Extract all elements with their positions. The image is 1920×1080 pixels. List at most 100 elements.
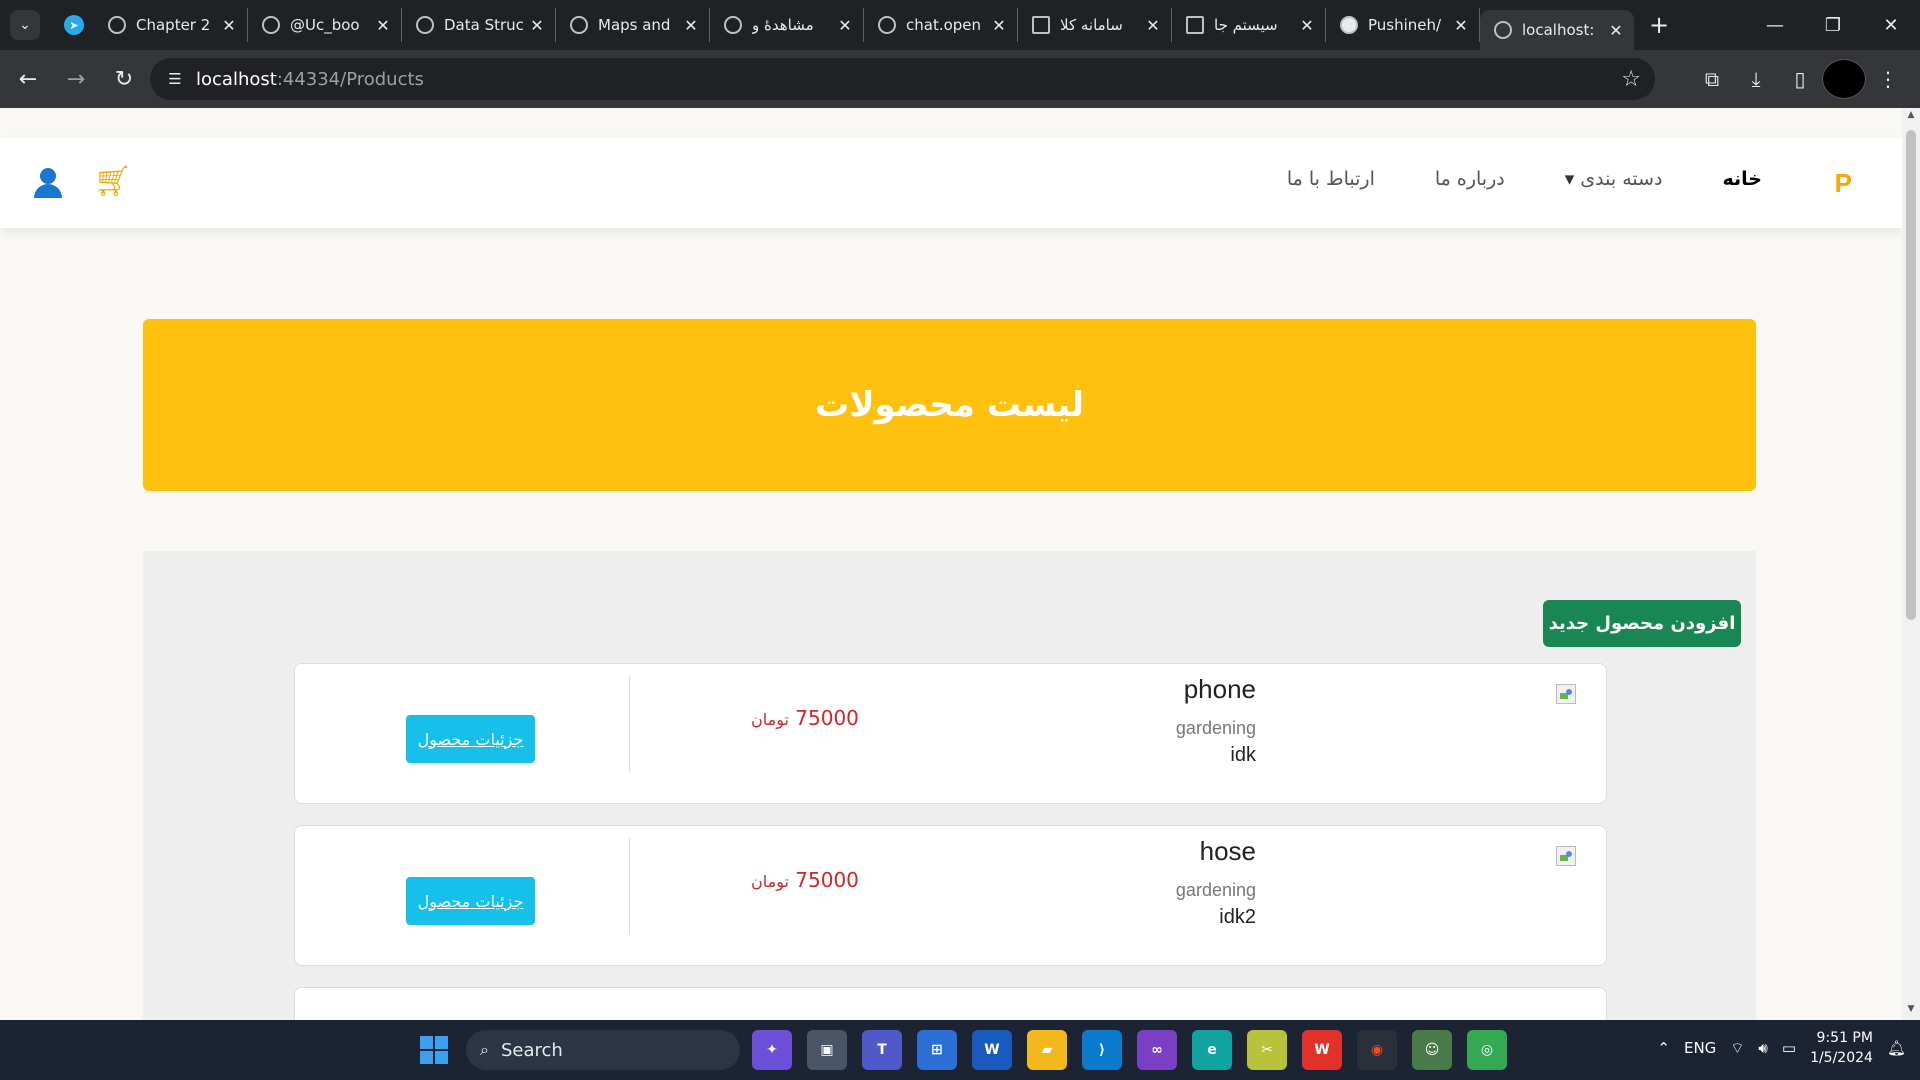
- extensions-icon[interactable]: ⧉: [1690, 59, 1734, 99]
- teams-icon[interactable]: T: [862, 1030, 902, 1070]
- copilot-icon[interactable]: ✦: [752, 1030, 792, 1070]
- tab-title: سامانه کلا: [1060, 16, 1123, 34]
- app-face-icon[interactable]: ☺: [1412, 1030, 1452, 1070]
- close-icon[interactable]: ✕: [1608, 21, 1624, 40]
- nav-category-dropdown[interactable]: دسته بندی: [1565, 168, 1662, 190]
- tab-1[interactable]: @Uc_boo ✕: [248, 8, 402, 42]
- forward-arrow-icon[interactable]: →: [56, 59, 96, 99]
- product-category: gardening: [1175, 880, 1256, 900]
- tab-title: localhost:: [1522, 21, 1595, 39]
- restore-icon[interactable]: ❐: [1804, 0, 1862, 50]
- page-viewport: P خانه دسته بندی درباره ما ارتباط با ما …: [0, 108, 1920, 1020]
- close-icon[interactable]: ✕: [991, 16, 1007, 35]
- vscode-icon[interactable]: ⟩: [1082, 1030, 1122, 1070]
- page-banner: لیست محصولات: [143, 319, 1756, 491]
- close-icon[interactable]: ✕: [1145, 16, 1161, 35]
- site-logo[interactable]: P: [1835, 168, 1852, 199]
- chevron-up-icon[interactable]: ⌃: [1657, 1039, 1670, 1057]
- back-arrow-icon[interactable]: ←: [8, 59, 48, 99]
- bookmark-star-icon[interactable]: ☆: [1621, 67, 1641, 92]
- product-category: gardening: [1175, 718, 1256, 738]
- nav-home[interactable]: خانه: [1723, 168, 1762, 190]
- price-value: 75000: [795, 868, 859, 892]
- tab-0[interactable]: Chapter 2 ✕: [94, 8, 248, 42]
- product-name: phone: [1183, 674, 1256, 704]
- tab-9-active[interactable]: localhost: ✕: [1480, 10, 1634, 50]
- taskbar-search[interactable]: ⌕ Search: [466, 1030, 740, 1070]
- windows-start-icon[interactable]: [420, 1036, 448, 1064]
- tab-2[interactable]: Data Struc ✕: [402, 8, 556, 42]
- tab-6[interactable]: سامانه کلا ✕: [1018, 8, 1172, 42]
- language-indicator[interactable]: ENG: [1684, 1039, 1716, 1057]
- tab-search-button[interactable]: ⌄: [10, 10, 40, 40]
- scroll-up-icon[interactable]: ▲: [1902, 110, 1920, 126]
- close-window-icon[interactable]: ✕: [1862, 0, 1920, 50]
- close-icon[interactable]: ✕: [529, 16, 545, 35]
- url-text[interactable]: localhost:44334/Products: [196, 69, 424, 90]
- wifi-icon[interactable]: ⌔: [1730, 1039, 1744, 1058]
- new-tab-button[interactable]: +: [1644, 11, 1674, 39]
- profile-avatar[interactable]: [1822, 59, 1866, 99]
- reload-icon[interactable]: ↻: [104, 59, 144, 99]
- nav-contact[interactable]: ارتباط با ما: [1287, 168, 1375, 190]
- site-info-icon[interactable]: ☰: [160, 70, 190, 88]
- address-bar[interactable]: ☰ localhost:44334/Products ☆: [150, 58, 1655, 100]
- close-icon[interactable]: ✕: [221, 16, 237, 35]
- menu-kebab-icon[interactable]: ⋮: [1866, 59, 1910, 99]
- store-icon[interactable]: ⊞: [917, 1030, 957, 1070]
- close-icon[interactable]: ✕: [1453, 16, 1469, 35]
- globe-icon: [108, 16, 126, 34]
- url-path: :44334/Products: [276, 68, 424, 90]
- tab-5[interactable]: chat.open ✕: [864, 8, 1018, 42]
- shopping-cart-icon[interactable]: 🛒︎: [94, 164, 132, 199]
- add-product-button[interactable]: افزودن محصول جدید: [1543, 600, 1741, 647]
- tab-3[interactable]: Maps and ✕: [556, 8, 710, 42]
- product-details-button[interactable]: جزئیات محصول: [406, 877, 535, 925]
- system-tray: ⌃ ENG ⌔ 🔊︎ ▭ 9:51 PM 1/5/2024 🔔︎: [1657, 1028, 1906, 1068]
- browser-tab-strip: ⌄ ➤ Chapter 2 ✕ @Uc_boo ✕ Data Struc ✕ Maps…: [0, 0, 1920, 50]
- openai-icon: [878, 16, 896, 34]
- chrome-icon[interactable]: ◎: [1467, 1030, 1507, 1070]
- url-host: localhost: [196, 68, 277, 90]
- clock-date: 1/5/2024: [1810, 1050, 1873, 1066]
- word-icon[interactable]: W: [972, 1030, 1012, 1070]
- tab-title: Chapter 2: [136, 16, 211, 34]
- document-icon: [1032, 16, 1050, 34]
- notification-bell-icon[interactable]: 🔔︎: [1887, 1039, 1906, 1057]
- tab-title: Data Struc: [444, 16, 524, 34]
- product-details-button[interactable]: جزئیات محصول: [406, 715, 535, 763]
- app-icon[interactable]: ✂: [1247, 1030, 1287, 1070]
- tab-7[interactable]: سیستم جا ✕: [1172, 8, 1326, 42]
- product-list-container: افزودن محصول جدید phone gardening idk 75…: [143, 551, 1756, 1020]
- tab-4[interactable]: مشاهدهٔ و ✕: [710, 8, 864, 42]
- tab-8[interactable]: Pushineh/ ✕: [1326, 8, 1480, 42]
- close-icon[interactable]: ✕: [837, 16, 853, 35]
- price-currency: تومان: [751, 710, 789, 729]
- minimize-icon[interactable]: —: [1746, 0, 1804, 50]
- nav-about[interactable]: درباره ما: [1435, 168, 1505, 190]
- file-explorer-icon[interactable]: ▰: [1027, 1030, 1067, 1070]
- side-panel-icon[interactable]: ▯: [1778, 59, 1822, 99]
- product-price: 75000 تومان: [751, 868, 859, 892]
- wps-office-icon[interactable]: W: [1302, 1030, 1342, 1070]
- download-icon[interactable]: ⤓: [1734, 59, 1778, 99]
- visual-studio-icon[interactable]: ∞: [1137, 1030, 1177, 1070]
- volume-icon[interactable]: 🔊︎: [1758, 1039, 1767, 1057]
- broken-image-icon: [1556, 846, 1576, 866]
- product-card: phone gardening idk 75000 تومان جزئیات م…: [294, 663, 1607, 804]
- product-card-partial: [294, 987, 1607, 1020]
- pinned-tab-telegram[interactable]: ➤: [54, 8, 94, 42]
- scroll-down-icon[interactable]: ▼: [1902, 1004, 1920, 1020]
- close-icon[interactable]: ✕: [1299, 16, 1315, 35]
- task-view-icon[interactable]: ▣: [807, 1030, 847, 1070]
- close-icon[interactable]: ✕: [683, 16, 699, 35]
- close-icon[interactable]: ✕: [375, 16, 391, 35]
- user-account-icon[interactable]: [34, 168, 62, 200]
- product-description: idk: [1230, 744, 1256, 766]
- page-scrollbar[interactable]: ▲ ▼: [1902, 108, 1920, 1020]
- battery-icon[interactable]: ▭: [1782, 1039, 1796, 1057]
- clock[interactable]: 9:51 PM 1/5/2024: [1810, 1028, 1873, 1068]
- scrollbar-thumb[interactable]: [1906, 130, 1916, 620]
- edge-icon[interactable]: e: [1192, 1030, 1232, 1070]
- figma-icon[interactable]: ◉: [1357, 1030, 1397, 1070]
